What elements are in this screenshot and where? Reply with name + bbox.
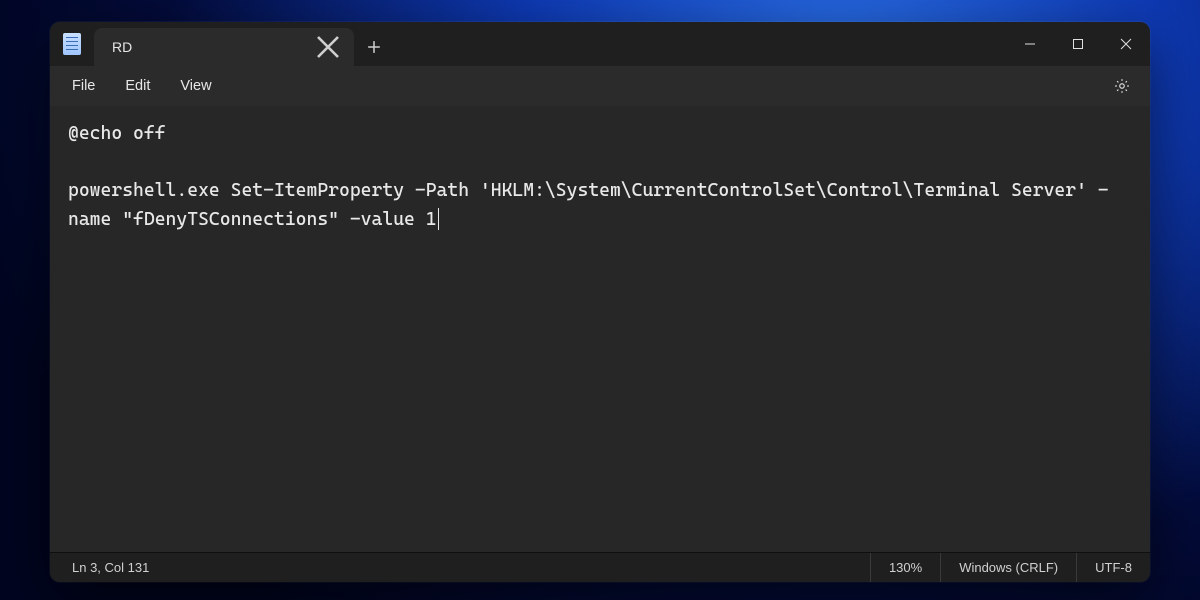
gear-icon <box>1113 77 1131 95</box>
close-icon <box>1120 38 1132 50</box>
minimize-button[interactable] <box>1006 22 1054 66</box>
close-window-button[interactable] <box>1102 22 1150 66</box>
document-tab[interactable]: RD <box>94 28 354 66</box>
settings-button[interactable] <box>1104 70 1140 102</box>
close-tab-button[interactable] <box>316 35 340 59</box>
plus-icon <box>367 40 381 54</box>
text-editor[interactable]: @echo off powershell.exe Set-ItemPropert… <box>50 106 1150 552</box>
text-caret <box>438 208 439 230</box>
titlebar[interactable]: RD <box>50 22 1150 66</box>
titlebar-drag-region[interactable] <box>394 22 1006 66</box>
menubar: File Edit View <box>50 66 1150 106</box>
minimize-icon <box>1024 38 1036 50</box>
maximize-icon <box>1072 38 1084 50</box>
editor-line: @echo off <box>68 123 166 144</box>
status-zoom[interactable]: 130% <box>870 553 940 582</box>
status-encoding[interactable]: UTF-8 <box>1076 553 1150 582</box>
app-icon <box>50 22 94 66</box>
tab-title: RD <box>112 39 306 55</box>
new-tab-button[interactable] <box>354 28 394 66</box>
editor-line: powershell.exe Set-ItemProperty -Path 'H… <box>68 180 1109 230</box>
maximize-button[interactable] <box>1054 22 1102 66</box>
menu-view[interactable]: View <box>168 72 223 100</box>
notepad-window: RD File Edit View <box>50 22 1150 582</box>
status-position[interactable]: Ln 3, Col 131 <box>50 553 167 582</box>
menu-file[interactable]: File <box>60 72 107 100</box>
statusbar: Ln 3, Col 131 130% Windows (CRLF) UTF-8 <box>50 552 1150 582</box>
menu-edit[interactable]: Edit <box>113 72 162 100</box>
status-line-ending[interactable]: Windows (CRLF) <box>940 553 1076 582</box>
close-icon <box>316 35 340 59</box>
notepad-icon <box>63 33 81 55</box>
